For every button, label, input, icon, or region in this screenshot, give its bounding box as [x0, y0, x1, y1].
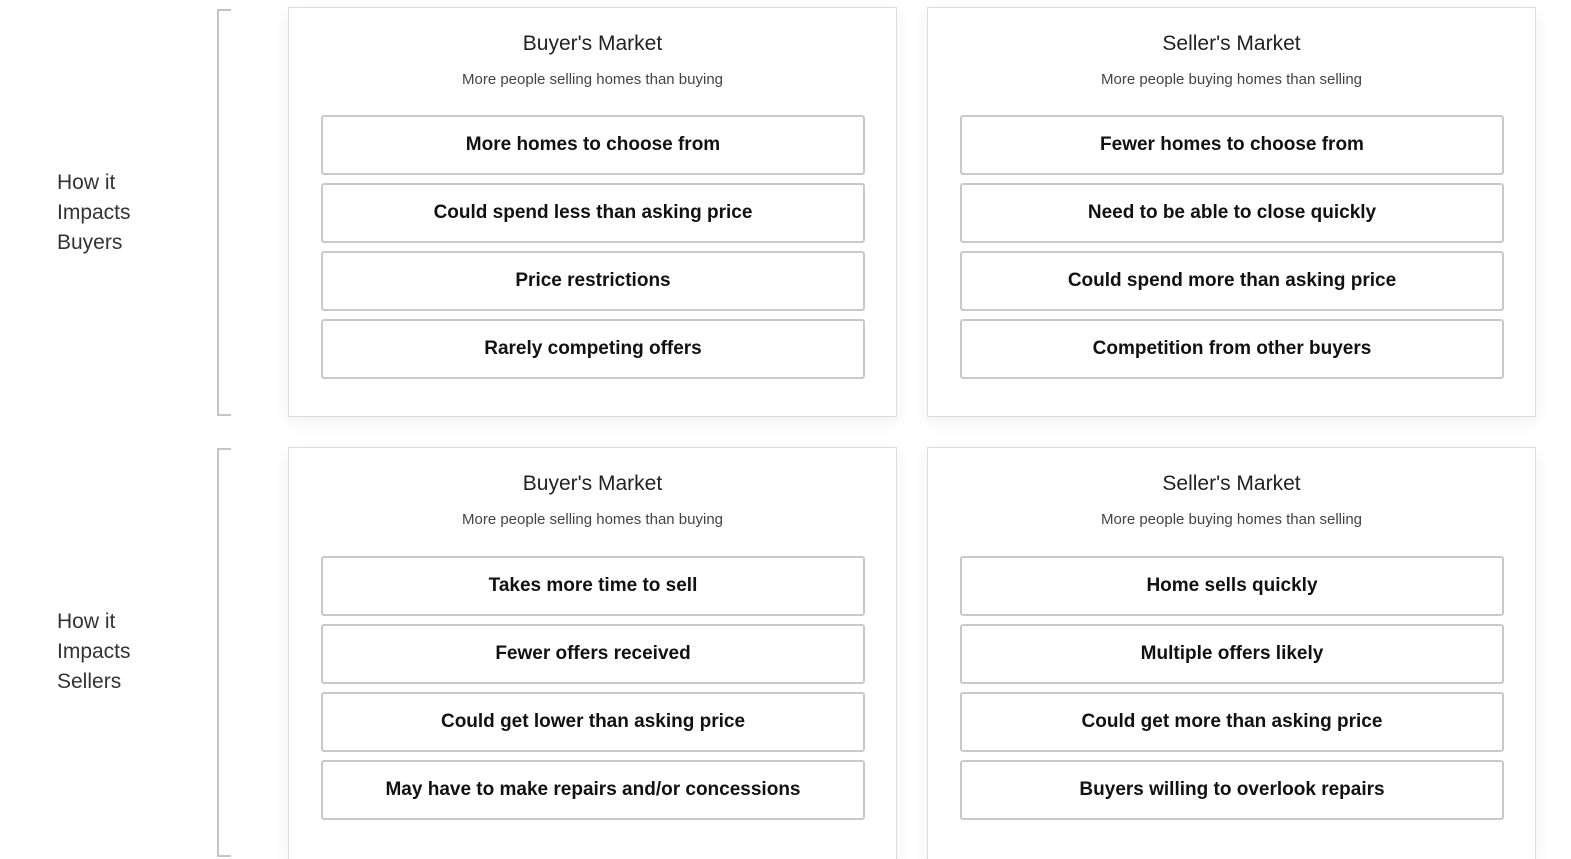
card-sellers-sellers-market: Seller's Market More people buying homes… [927, 447, 1536, 859]
impact-item: Buyers willing to overlook repairs [960, 760, 1504, 820]
row-label-line: Sellers [57, 670, 122, 693]
row-label-line: How it [57, 610, 116, 633]
card-title: Buyer's Market [522, 472, 663, 495]
row-label-line: How it [57, 171, 116, 194]
card-subtitle: More people selling homes than buying [462, 71, 723, 88]
impact-item: Home sells quickly [960, 556, 1504, 616]
card-title: Buyer's Market [522, 32, 663, 55]
impact-item: May have to make repairs and/or concessi… [321, 760, 865, 820]
card-title: Seller's Market [1162, 32, 1301, 55]
row-bracket-sellers [217, 448, 231, 857]
impact-item: Takes more time to sell [321, 556, 865, 616]
impact-item: Fewer offers received [321, 624, 865, 684]
impact-item: Need to be able to close quickly [960, 183, 1504, 243]
impact-item: Could spend more than asking price [960, 251, 1504, 311]
row-label-line: Impacts [57, 640, 131, 663]
card-subtitle: More people buying homes than selling [1101, 71, 1362, 88]
card-subtitle: More people buying homes than selling [1101, 511, 1362, 528]
impact-item: Price restrictions [321, 251, 865, 311]
impact-item: Competition from other buyers [960, 319, 1504, 379]
row-bracket-buyers [217, 9, 231, 416]
impact-item: More homes to choose from [321, 115, 865, 175]
impact-item: Could spend less than asking price [321, 183, 865, 243]
card-sellers-buyers-market: Buyer's Market More people selling homes… [288, 447, 897, 859]
impact-item: Fewer homes to choose from [960, 115, 1504, 175]
card-subtitle: More people selling homes than buying [462, 511, 723, 528]
row-label-line: Impacts [57, 201, 131, 224]
impact-item: Multiple offers likely [960, 624, 1504, 684]
row-label-buyers: How it Impacts Buyers [57, 168, 131, 258]
card-buyers-buyers-market: Buyer's Market More people selling homes… [288, 7, 897, 417]
impact-item: Could get lower than asking price [321, 692, 865, 752]
card-buyers-sellers-market: Seller's Market More people buying homes… [927, 7, 1536, 417]
impact-item: Rarely competing offers [321, 319, 865, 379]
row-label-line: Buyers [57, 231, 123, 254]
card-title: Seller's Market [1162, 472, 1301, 495]
impact-item: Could get more than asking price [960, 692, 1504, 752]
row-label-sellers: How it Impacts Sellers [57, 607, 131, 697]
